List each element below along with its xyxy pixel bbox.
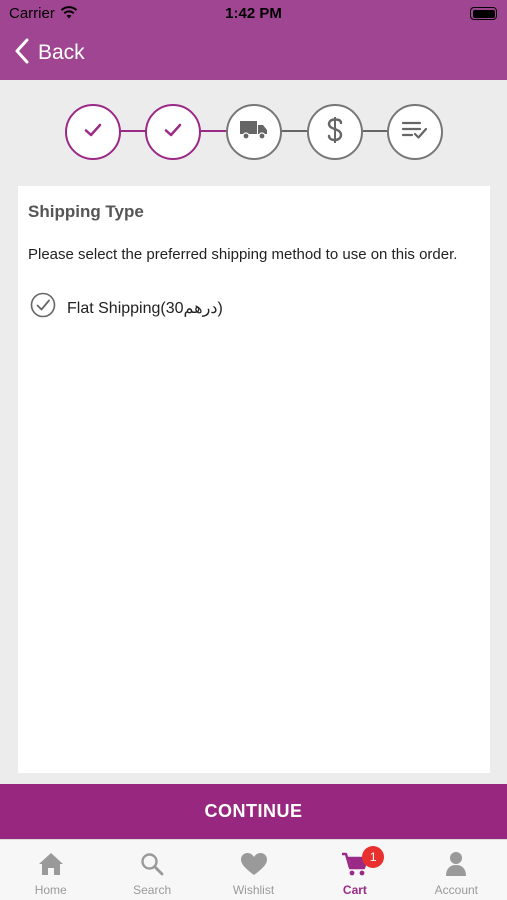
heart-icon [240,850,268,878]
step-connector [281,130,309,132]
tab-label: Search [133,883,172,897]
step-connector [201,130,227,132]
checklist-icon [401,120,429,145]
search-icon [140,850,164,878]
step-connector [121,130,147,132]
section-description: Please select the preferred shipping met… [28,246,458,263]
chevron-left-icon [14,38,30,69]
tab-bar: Home Search Wishlist 1 Cart Account [0,839,507,900]
step-delivery[interactable] [145,104,201,160]
check-icon [81,118,105,147]
step-address[interactable] [65,104,121,160]
cart-count-badge: 1 [362,846,385,868]
tab-cart[interactable]: 1 Cart [304,840,405,900]
step-connector [363,130,389,132]
shipping-card: Shipping Type Please select the preferre… [18,186,490,773]
tab-label: Wishlist [232,883,275,897]
tab-search[interactable]: Search [101,840,202,900]
tab-label: Home [34,883,67,897]
tab-label: Cart [342,883,367,897]
app-header: Carrier 1:42 PM Back [0,0,507,80]
tab-wishlist[interactable]: Wishlist [203,840,304,900]
check-circle-icon [30,292,56,323]
step-payment[interactable] [307,104,363,160]
truck-icon [239,119,269,146]
flat-shipping-option[interactable]: Flat Shipping(30درهم) [30,292,223,323]
step-review[interactable] [387,104,443,160]
back-label: Back [38,41,85,64]
tab-account[interactable]: Account [406,840,507,900]
tab-home[interactable]: Home [0,840,101,900]
home-icon [38,850,64,878]
section-title: Shipping Type [28,202,144,221]
person-icon [445,850,467,878]
battery-icon [470,7,497,20]
status-bar: Carrier 1:42 PM [0,0,507,28]
back-button[interactable]: Back [14,36,85,70]
checkout-stepper [0,100,507,162]
tab-label: Account [434,883,478,897]
continue-button[interactable]: CONTINUE [0,784,507,839]
status-time: 1:42 PM [225,5,282,22]
option-label: Flat Shipping(30درهم) [67,299,223,317]
check-icon [161,118,185,147]
dollar-icon [325,115,345,150]
step-shipping[interactable] [226,104,282,160]
